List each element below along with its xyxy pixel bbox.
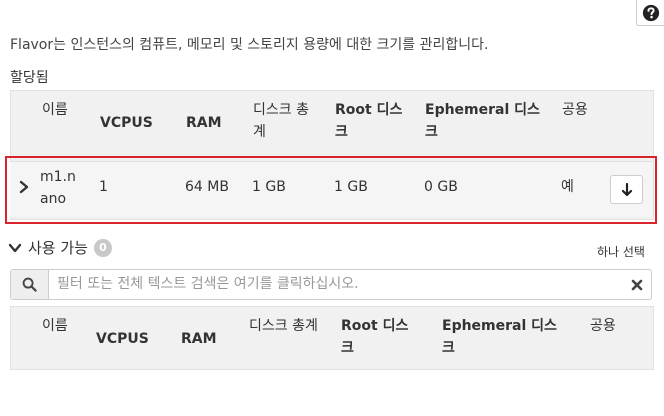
selection-highlight [5, 156, 657, 224]
col-name: 이름 [42, 318, 68, 334]
search-input[interactable] [57, 273, 617, 295]
select-one-hint: 하나 선택 [597, 245, 645, 259]
question-circle-icon [642, 4, 659, 21]
col-ram: RAM [181, 331, 217, 347]
available-table-header: 이름 VCPUS RAM 디스크 총계 Root 디스크 Ephemeral 디… [11, 307, 653, 369]
col-vcpus: VCPUS [96, 331, 149, 347]
close-icon[interactable] [630, 278, 644, 292]
chevron-down-icon [8, 243, 22, 252]
allocated-table-header: 이름 VCPUS RAM 디스크 총계 Root 디스크 Ephemeral 디… [11, 91, 653, 157]
col-root-disk: Root 디스크 [335, 102, 403, 140]
col-ram: RAM [186, 115, 222, 131]
help-button[interactable] [636, 0, 664, 26]
col-total-disk: 디스크 총계 [253, 102, 309, 140]
col-ephemeral-disk: Ephemeral 디스크 [442, 318, 557, 356]
page-description: Flavor는 인스턴스의 컴퓨트, 메모리 및 스토리지 용량에 대한 크기를… [10, 37, 489, 53]
search-addon [11, 270, 49, 299]
available-label: 사용 가능 [28, 239, 88, 257]
col-public: 공용 [562, 102, 588, 118]
col-public: 공용 [590, 318, 616, 334]
col-root-disk: Root 디스크 [341, 318, 409, 356]
search-bar[interactable] [10, 269, 652, 300]
col-vcpus: VCPUS [100, 115, 153, 131]
search-icon [22, 277, 37, 292]
available-table: 이름 VCPUS RAM 디스크 총계 Root 디스크 Ephemeral 디… [10, 306, 654, 370]
col-name: 이름 [42, 102, 68, 118]
allocated-label: 할당됨 [10, 70, 49, 86]
col-total-disk: 디스크 총계 [249, 318, 318, 334]
col-ephemeral-disk: Ephemeral 디스크 [425, 102, 540, 140]
available-count-badge: 0 [93, 238, 112, 257]
available-toggle[interactable]: 사용 가능 0 [8, 237, 112, 258]
